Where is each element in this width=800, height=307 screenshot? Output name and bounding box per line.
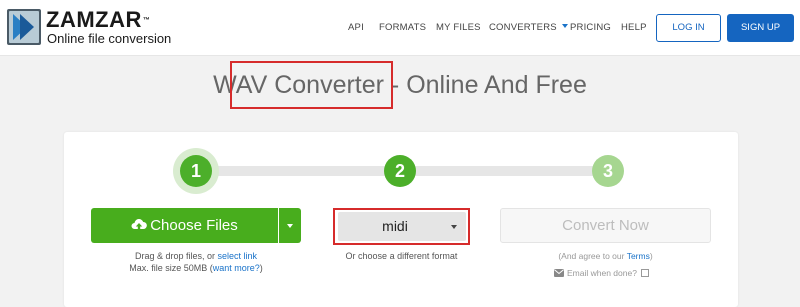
envelope-icon (554, 268, 564, 277)
drag-drop-text: Drag & drop files, or (134, 251, 218, 261)
agree-suffix: ) (649, 251, 653, 261)
nav-api[interactable]: API (348, 22, 364, 34)
nav-pricing[interactable]: PRICING (570, 22, 611, 34)
page-title: WAV Converter - Online And Free (0, 70, 800, 100)
caret-down-icon (561, 24, 568, 29)
title-highlight-box (230, 61, 393, 109)
nav-converters-label: CONVERTERS (489, 22, 557, 33)
page-title-rest: - Online And Free (383, 71, 587, 99)
terms-link[interactable]: Terms (627, 251, 650, 261)
format-help-text: Or choose a different format (345, 251, 458, 261)
cloud-upload-icon (131, 219, 148, 231)
agree-prefix: (And agree to our (558, 251, 627, 261)
format-select[interactable]: midi (338, 212, 466, 241)
step-3-marker: 3 (592, 155, 624, 187)
email-when-done-checkbox[interactable] (640, 268, 649, 277)
terms-agreement: (And agree to our Terms) (500, 250, 711, 262)
convert-now-button[interactable]: Convert Now (500, 208, 711, 243)
caret-down-icon (287, 224, 293, 228)
nav-converters[interactable]: CONVERTERS (489, 22, 568, 34)
upload-help: Drag & drop files, or select link Max. f… (91, 250, 301, 274)
max-size-close: ) (259, 263, 263, 273)
choose-files-dropdown[interactable] (279, 208, 301, 243)
signup-button[interactable]: SIGN UP (727, 14, 794, 42)
choose-files-button[interactable]: Choose Files (91, 208, 278, 243)
caret-down-icon (451, 225, 457, 229)
site-header: ZAMZAR™ Online file conversion API FORMA… (0, 0, 800, 56)
progress-track-1 (196, 166, 406, 176)
nav-my-files[interactable]: MY FILES (436, 22, 481, 34)
max-size-text: Max. file size 50MB ( (129, 263, 213, 273)
logo-tagline: Online file conversion (47, 31, 172, 46)
email-when-done-label: Email when done? (567, 268, 637, 278)
login-button[interactable]: LOG IN (656, 14, 721, 42)
format-selected-value: midi (382, 218, 408, 234)
choose-files-label: Choose Files (150, 217, 238, 234)
select-link[interactable]: select link (218, 251, 258, 261)
email-when-done-row: Email when done? (554, 267, 649, 279)
nav-formats[interactable]: FORMATS (379, 22, 426, 34)
logo-wordmark: ZAMZAR™ (46, 7, 151, 32)
zamzar-logo-icon (7, 9, 41, 45)
zamzar-logo[interactable]: ZAMZAR™ Online file conversion (7, 7, 171, 49)
progress-track-2 (400, 166, 608, 176)
step-2-marker: 2 (384, 155, 416, 187)
nav-help[interactable]: HELP (621, 22, 647, 34)
step-1-marker: 1 (180, 155, 212, 187)
want-more-link[interactable]: want more? (213, 263, 260, 273)
